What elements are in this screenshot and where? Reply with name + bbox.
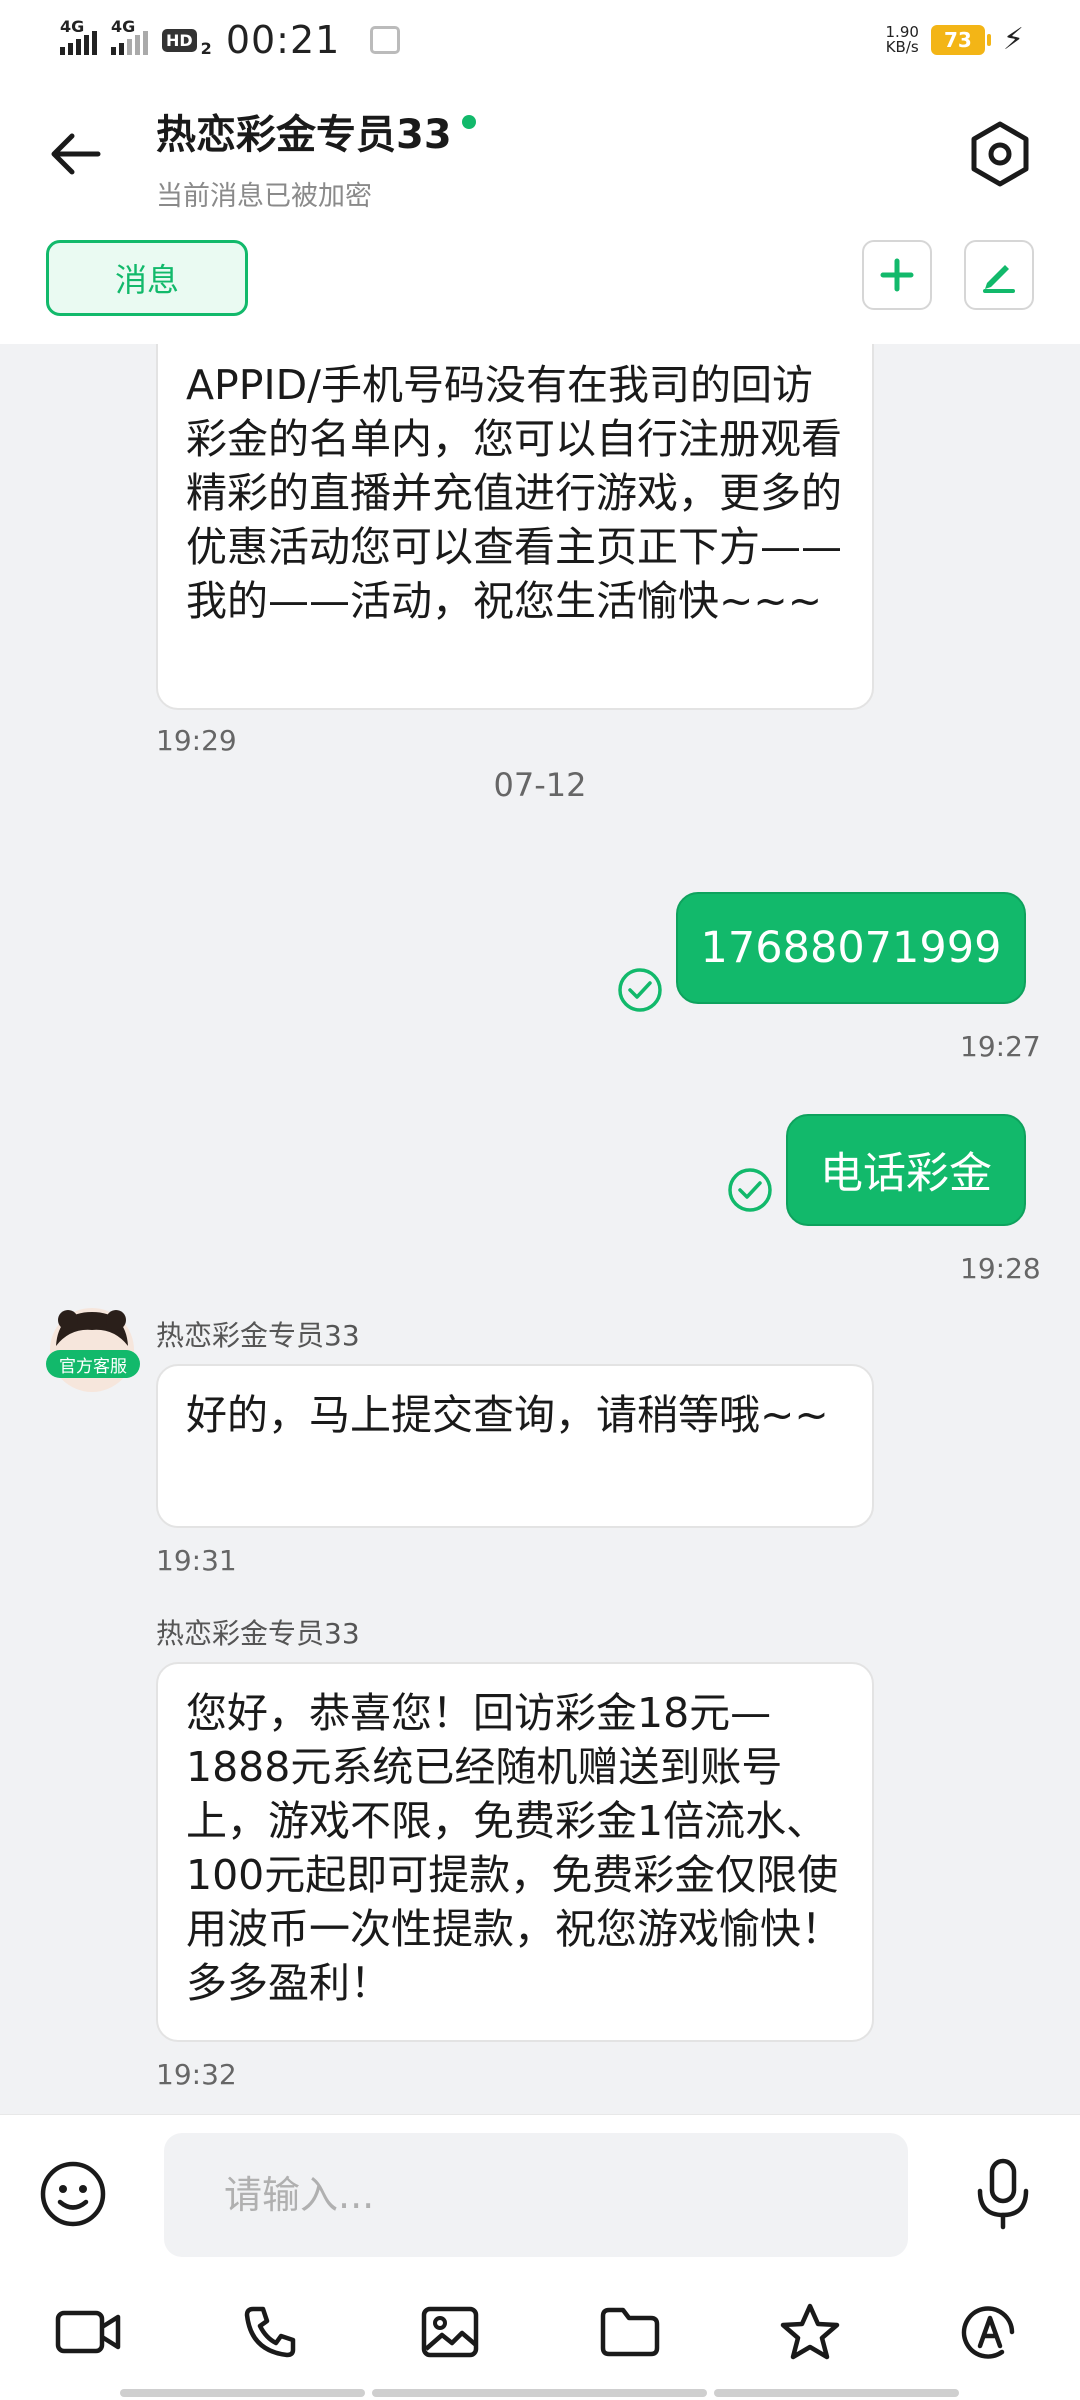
- tab-messages[interactable]: 消息: [46, 240, 248, 316]
- file-button[interactable]: [593, 2295, 667, 2369]
- message-bubble-incoming[interactable]: APPID/手机号码没有在我司的回访彩金的名单内，您可以自行注册观看精彩的直播并…: [156, 344, 874, 710]
- message-bubble-outgoing[interactable]: 电话彩金: [786, 1114, 1026, 1226]
- hd-voice-sub: 2: [200, 38, 212, 58]
- date-separator: 07-12: [493, 766, 587, 804]
- gesture-bar-segment: [120, 2389, 365, 2397]
- message-list[interactable]: APPID/手机号码没有在我司的回访彩金的名单内，您可以自行注册观看精彩的直播并…: [0, 344, 1080, 2114]
- sender-name: 热恋彩金专员33: [156, 1319, 360, 1352]
- message-bubble-incoming[interactable]: 您好，恭喜您！回访彩金18元—1888元系统已经随机赠送到账号上，游戏不限，免费…: [156, 1662, 874, 2042]
- pencil-icon: [983, 265, 1015, 293]
- contact-name-row: 热恋彩金专员33: [156, 102, 476, 160]
- message-bubble-outgoing[interactable]: 17688071999: [676, 892, 1026, 1004]
- add-button[interactable]: [862, 240, 932, 310]
- contact-info[interactable]: 热恋彩金专员33 当前消息已被加密: [156, 102, 476, 213]
- read-check-icon: [618, 968, 662, 1012]
- network-speed: 1.90 KB/s: [885, 22, 919, 56]
- message-time: 19:31: [156, 1544, 237, 1577]
- gesture-bar-segment: [714, 2389, 959, 2397]
- back-arrow-icon[interactable]: [46, 124, 106, 184]
- message-time: 19:28: [960, 1252, 1041, 1285]
- message-time: 19:29: [156, 724, 237, 757]
- emoji-icon[interactable]: [38, 2159, 108, 2229]
- battery-icon: 73: [930, 24, 991, 55]
- plus-icon: [880, 258, 914, 292]
- encryption-notice: 当前消息已被加密: [156, 181, 372, 212]
- video-icon: [55, 2310, 121, 2354]
- voice-call-button[interactable]: [233, 2295, 307, 2369]
- message-input[interactable]: [164, 2133, 908, 2257]
- phone-icon: [244, 2306, 296, 2358]
- settings-icon[interactable]: [964, 118, 1036, 190]
- contact-name: 热恋彩金专员33: [156, 112, 452, 158]
- signal-icon-sim1: 4G: [60, 17, 97, 55]
- read-check-icon: [728, 1168, 772, 1212]
- input-bar: [0, 2114, 1080, 2400]
- chat-header: 热恋彩金专员33 当前消息已被加密 消息: [0, 84, 1080, 344]
- folder-icon: [600, 2307, 660, 2357]
- sender-name: 热恋彩金专员33: [156, 1617, 360, 1650]
- online-status-dot: [461, 115, 476, 129]
- star-icon: [780, 2303, 840, 2360]
- image-icon: [421, 2306, 479, 2358]
- message-time: 19:27: [960, 1030, 1041, 1063]
- charging-icon: ⚡: [1002, 22, 1024, 57]
- signal-icon-sim2: 4G: [111, 17, 148, 55]
- message-time: 19:32: [156, 2058, 237, 2091]
- status-bar: 4G 4G HD 2 00:21 1.90 KB/s 73 ⚡: [0, 0, 1080, 84]
- edit-button[interactable]: [964, 240, 1034, 310]
- gallery-notification-icon: [370, 26, 401, 54]
- at-sign-icon: [961, 2306, 1015, 2359]
- gesture-bar-segment: [372, 2389, 707, 2397]
- microphone-icon[interactable]: [968, 2157, 1038, 2231]
- official-service-badge: 官方客服: [46, 1350, 140, 1378]
- message-bubble-incoming[interactable]: 好的，马上提交查询，请稍等哦~~: [156, 1364, 874, 1528]
- gallery-button[interactable]: [413, 2295, 487, 2369]
- favorite-button[interactable]: [773, 2295, 847, 2369]
- clock: 00:21: [225, 18, 341, 62]
- mention-button[interactable]: [953, 2295, 1027, 2369]
- video-call-button[interactable]: [52, 2295, 126, 2369]
- hd-voice-icon: HD: [162, 28, 197, 52]
